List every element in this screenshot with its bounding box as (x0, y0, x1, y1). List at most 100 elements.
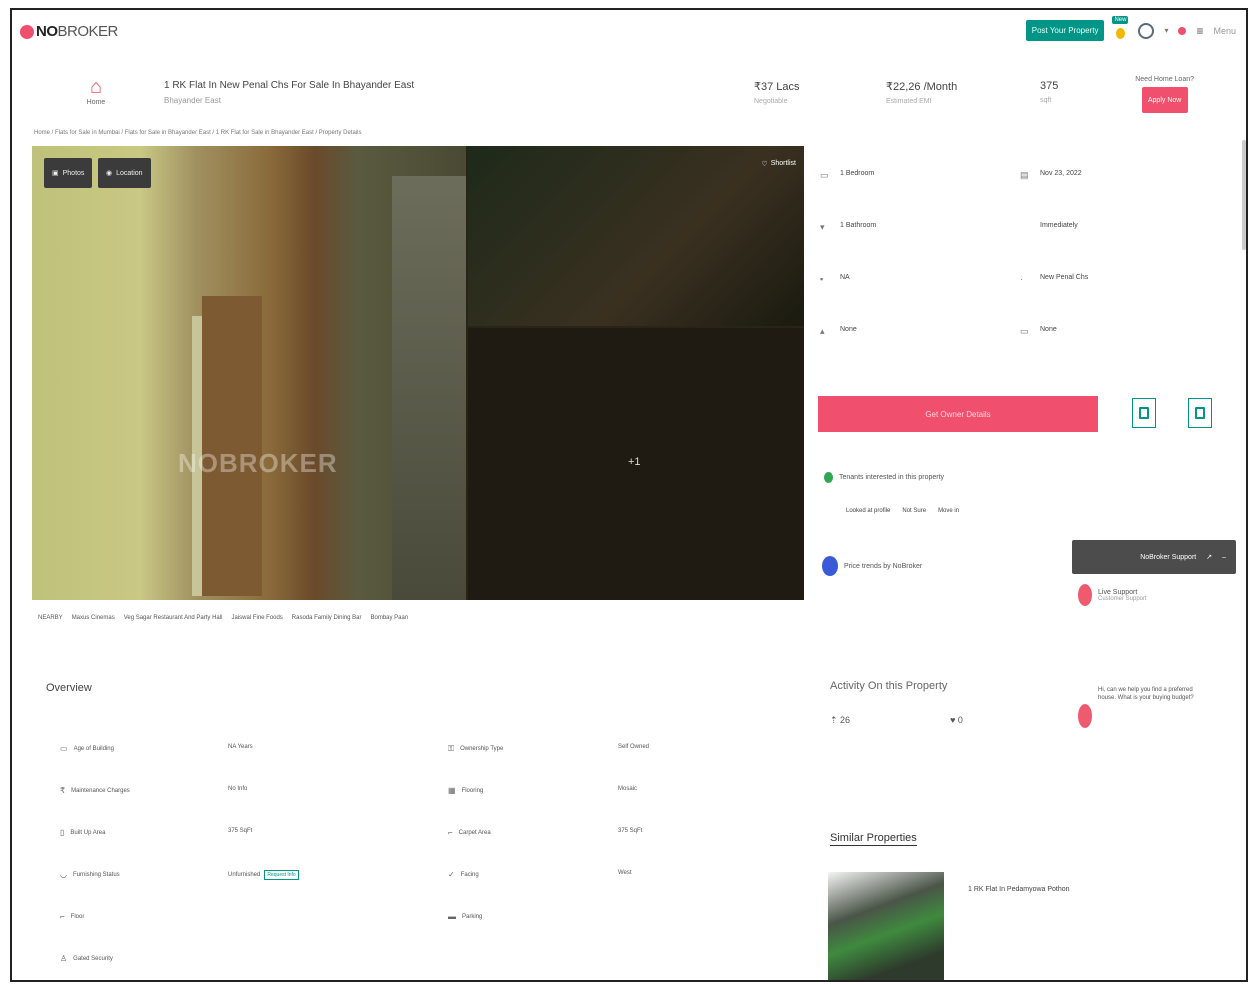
detail-title: 1 Bathroom (840, 222, 877, 229)
overview-label: Gated Security (73, 955, 113, 962)
chevron-down-icon[interactable]: ▾ (1164, 26, 1168, 35)
phone-button[interactable] (1132, 398, 1156, 428)
shortlist-stat: ♥ 0 (950, 715, 963, 726)
main-photo[interactable]: ▣ Photos ◉ Location NOBROKER (32, 146, 466, 600)
menu-label[interactable]: Menu (1213, 26, 1236, 36)
nearby-item[interactable]: Veg Sagar Restaurant And Party Hall (124, 615, 223, 621)
property-header: ⌂ Home 1 RK Flat In New Penal Chs For Sa… (12, 70, 1246, 130)
shortlist-button[interactable]: ♡ Shortlist (761, 160, 796, 168)
similar-property-image[interactable] (828, 872, 944, 980)
home-link[interactable]: ⌂ Home (82, 76, 110, 106)
notification-dot-icon[interactable] (1178, 26, 1187, 35)
home-loan-question: Need Home Loan? (1135, 76, 1194, 83)
nearby-places: NEARBY Maxus Cinemas Veg Sagar Restauran… (38, 615, 408, 621)
emi-value: ₹22,26 /Month (886, 81, 958, 93)
shortlist-count: 0 (957, 715, 963, 725)
detail-bathrooms: ▾ 1 Bathroom (820, 222, 876, 235)
overview-value: Self Owned (618, 744, 650, 750)
overview-value: Mosaic (618, 786, 638, 792)
photo-bottom-right[interactable]: +1 (468, 328, 804, 600)
detail-title: None (840, 326, 857, 333)
nearby-item[interactable]: Bombay Paan (371, 615, 409, 621)
top-right-nav: Post Your Property New ▾ ≡ Menu (1006, 15, 1236, 41)
balcony-icon: ▴ (820, 326, 825, 336)
building-icon: · (1020, 274, 1023, 284)
breadcrumb[interactable]: Home / Flats for Sale in Mumbai / Flats … (34, 130, 361, 136)
price-trends-label: Price trends by NoBroker (844, 562, 923, 570)
overview-row: ▦ Flooring (448, 786, 483, 795)
support-header[interactable]: NoBroker Support ↗ – (1072, 540, 1236, 574)
detail-title: Immediately (1040, 222, 1078, 229)
expand-icon[interactable]: ↗ (1206, 553, 1212, 561)
bulb-icon (1116, 27, 1126, 39)
views-icon: ⇡ (830, 715, 841, 725)
tenant-option[interactable]: Looked at profile (846, 508, 890, 514)
top-bar: NOBROKER Post Your Property New ▾ ≡ Menu (12, 10, 1246, 62)
tenant-option[interactable]: Not Sure (902, 508, 926, 514)
overview-value-wrap: Unfurnished Request Info (228, 870, 299, 880)
overview-label: Flooring (461, 787, 484, 794)
grid-icon: ▦ (448, 786, 456, 795)
photo-top-right[interactable]: ♡ Shortlist (468, 146, 804, 326)
tenant-options: Looked at profile Not Sure Move in (846, 508, 959, 514)
overview-value: NA Years (228, 744, 253, 750)
price-value: ₹37 Lacs (754, 81, 800, 93)
detail-parking: ▪ NA (820, 274, 850, 287)
live-support-title: Live Support (1098, 588, 1138, 596)
nearby-item[interactable]: Rasoda Family Dining Bar (292, 615, 362, 621)
heart-icon: ♥ (950, 715, 958, 725)
overview-title: Overview (46, 682, 92, 694)
heart-icon: ♡ (761, 161, 768, 168)
area-value: 375 (1040, 80, 1059, 92)
overview-label: Ownership Type (460, 746, 504, 752)
price-trends[interactable]: Price trends by NoBroker (822, 556, 922, 576)
menu-icon[interactable]: ≡ (1196, 24, 1203, 38)
get-owner-details-button[interactable]: Get Owner Details (818, 396, 1098, 432)
tenant-question: Tenants interested in this property (839, 474, 945, 481)
detail-balcony: ▴ None (820, 326, 857, 339)
nearby-label: NEARBY (38, 615, 63, 621)
location-button[interactable]: ◉ Location (98, 158, 151, 188)
watermark: NOBROKER (178, 448, 338, 478)
trends-icon (822, 556, 838, 576)
nearby-item[interactable]: Jaiswal Fine Foods (231, 615, 282, 621)
area-stat: 375 sqft (1040, 80, 1058, 104)
overview-label: Facing (460, 871, 479, 878)
post-property-button[interactable]: Post Your Property (1025, 20, 1105, 41)
new-badge: New (1112, 15, 1129, 24)
views-count: 26 (840, 715, 851, 725)
support-avatar (1078, 584, 1092, 606)
detail-title: None (1040, 326, 1057, 333)
similar-property-title[interactable]: 1 RK Flat In Pedamyowa Pothon (968, 886, 1070, 893)
request-info-badge[interactable]: Request Info (264, 870, 299, 880)
phone-icon (1139, 407, 1149, 419)
similar-properties-title: Similar Properties (830, 832, 917, 846)
nobroker-logo[interactable]: NOBROKER (20, 23, 118, 40)
shelf-shape (392, 176, 466, 600)
calendar-icon: ▤ (1020, 170, 1029, 180)
furnish-icon: ▭ (1020, 326, 1029, 336)
chat-avatar (1078, 704, 1092, 728)
user-icon[interactable] (1138, 22, 1155, 39)
nearby-item[interactable]: Maxus Cinemas (72, 615, 115, 621)
scrollbar[interactable] (1242, 140, 1246, 250)
overview-label: Maintenance Charges (71, 787, 130, 794)
home-icon: ⌂ (89, 76, 103, 98)
logo-broker: BROKER (57, 23, 119, 40)
property-title: 1 RK Flat In New Penal Chs For Sale In B… (164, 80, 415, 91)
key-icon: ⚿ (448, 744, 455, 753)
apply-now-button[interactable]: Apply Now (1141, 87, 1188, 113)
overview-label: Carpet Area (458, 829, 491, 836)
tenant-option[interactable]: Move in (938, 508, 959, 514)
camera-icon: ▣ (52, 170, 59, 177)
more-photos-count[interactable]: +1 (628, 456, 641, 468)
detail-society: · New Penal Chs (1020, 274, 1088, 287)
new-feature-icon[interactable]: New (1112, 15, 1129, 40)
photo-gallery[interactable]: ▣ Photos ◉ Location NOBROKER ♡ Shortlist… (32, 146, 804, 600)
overview-value: 375 SqFt (228, 828, 253, 834)
message-button[interactable] (1188, 398, 1212, 428)
photos-button[interactable]: ▣ Photos (44, 158, 93, 188)
live-support-sub: Customer Support (1098, 595, 1147, 602)
price-sub: Negotiable (754, 98, 788, 105)
minimize-icon[interactable]: – (1222, 554, 1226, 561)
